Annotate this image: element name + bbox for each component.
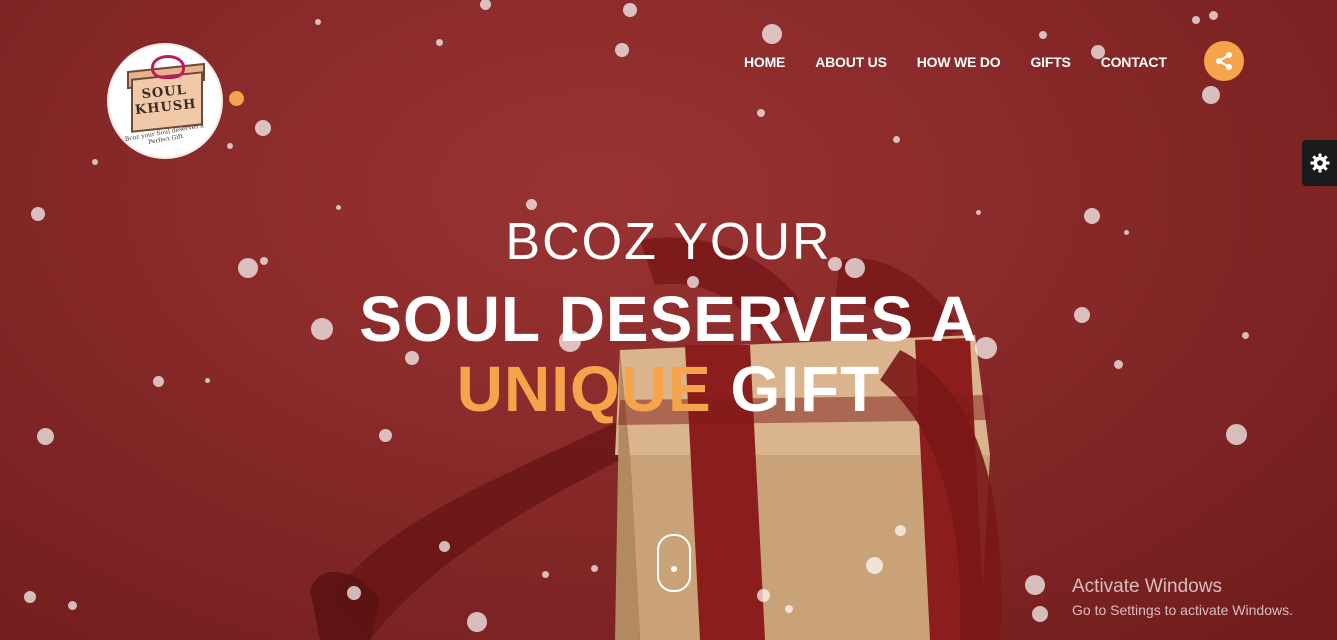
activation-title: Activate Windows xyxy=(1072,576,1222,597)
snowflake xyxy=(1202,86,1220,104)
snowflake xyxy=(1025,575,1045,595)
snowflake xyxy=(1032,606,1048,622)
snowflake xyxy=(894,524,906,536)
snowflake xyxy=(1225,423,1247,445)
settings-toggle[interactable] xyxy=(1302,140,1337,186)
snowflake xyxy=(1123,229,1129,235)
snowflake xyxy=(615,43,629,57)
snowflake xyxy=(892,135,900,143)
share-button[interactable] xyxy=(1204,41,1244,81)
snowflake xyxy=(1208,10,1218,20)
snowflake xyxy=(828,257,842,271)
hero-heading-rest: GIFT xyxy=(711,353,881,425)
snowflake xyxy=(479,0,491,10)
decorative-dot xyxy=(229,91,244,106)
snowflake xyxy=(975,209,981,215)
snowflake xyxy=(785,605,793,613)
scroll-down-indicator[interactable] xyxy=(657,534,691,592)
snowflake xyxy=(541,570,549,578)
snowflake xyxy=(687,276,699,288)
scroll-dot xyxy=(671,566,677,572)
snowflake xyxy=(1192,16,1200,24)
snowflake xyxy=(311,318,333,340)
snowflake xyxy=(467,612,487,632)
snowflake xyxy=(31,207,45,221)
snowflake xyxy=(757,109,765,117)
snowflake xyxy=(865,556,883,574)
logo-bow-icon xyxy=(151,55,185,79)
snowflake xyxy=(347,586,361,600)
snowflake xyxy=(1113,359,1123,369)
snowflake xyxy=(227,143,233,149)
snowflake xyxy=(756,588,770,602)
snowflake xyxy=(315,19,321,25)
nav-how-we-do[interactable]: HOW WE DO xyxy=(917,54,1001,70)
snowflake xyxy=(438,540,450,552)
snowflake xyxy=(559,330,581,352)
snowflake xyxy=(24,591,36,603)
nav-contact[interactable]: CONTACT xyxy=(1101,54,1167,70)
snowflake xyxy=(204,377,210,383)
snowflake xyxy=(405,351,419,365)
share-icon xyxy=(1216,52,1232,70)
snowflake xyxy=(92,159,98,165)
snowflake xyxy=(1074,307,1090,323)
gear-icon xyxy=(1310,153,1329,173)
nav-about-us[interactable]: ABOUT US xyxy=(815,54,887,70)
snowflake xyxy=(1091,45,1105,59)
snowflake xyxy=(975,337,997,359)
snowflake xyxy=(435,38,443,46)
snowflake xyxy=(1084,208,1100,224)
snowflake xyxy=(36,427,54,445)
snowflake xyxy=(762,24,782,44)
hero-accent-word: UNIQUE xyxy=(456,353,712,425)
nav-home[interactable]: HOME xyxy=(744,54,785,70)
snowflake xyxy=(378,428,392,442)
nav-gifts[interactable]: GIFTS xyxy=(1030,54,1070,70)
site-logo[interactable]: SOUL KHUSH Bcoz your Soul deserves a Per… xyxy=(109,45,221,157)
snowflake xyxy=(335,204,341,210)
windows-activation-watermark: Activate Windows Go to Settings to activ… xyxy=(1072,576,1293,618)
snowflake xyxy=(525,198,537,210)
snowflake xyxy=(152,375,164,387)
snowflake xyxy=(67,600,77,610)
main-nav: HOME ABOUT US HOW WE DO GIFTS CONTACT xyxy=(744,54,1197,70)
activation-subtitle: Go to Settings to activate Windows. xyxy=(1072,602,1293,618)
hero-subheading: BCOZ YOUR xyxy=(505,213,832,271)
hero-heading-line1: SOUL DESERVES A xyxy=(359,283,978,355)
snowflake xyxy=(845,258,865,278)
snowflake xyxy=(590,564,598,572)
snowflake xyxy=(1241,331,1249,339)
snowflake xyxy=(238,258,258,278)
snowflake xyxy=(255,120,271,136)
snowflake xyxy=(623,3,637,17)
hero-heading-line2: UNIQUE GIFT xyxy=(0,352,1337,426)
snowflake xyxy=(260,257,268,265)
snowflake xyxy=(1039,31,1047,39)
